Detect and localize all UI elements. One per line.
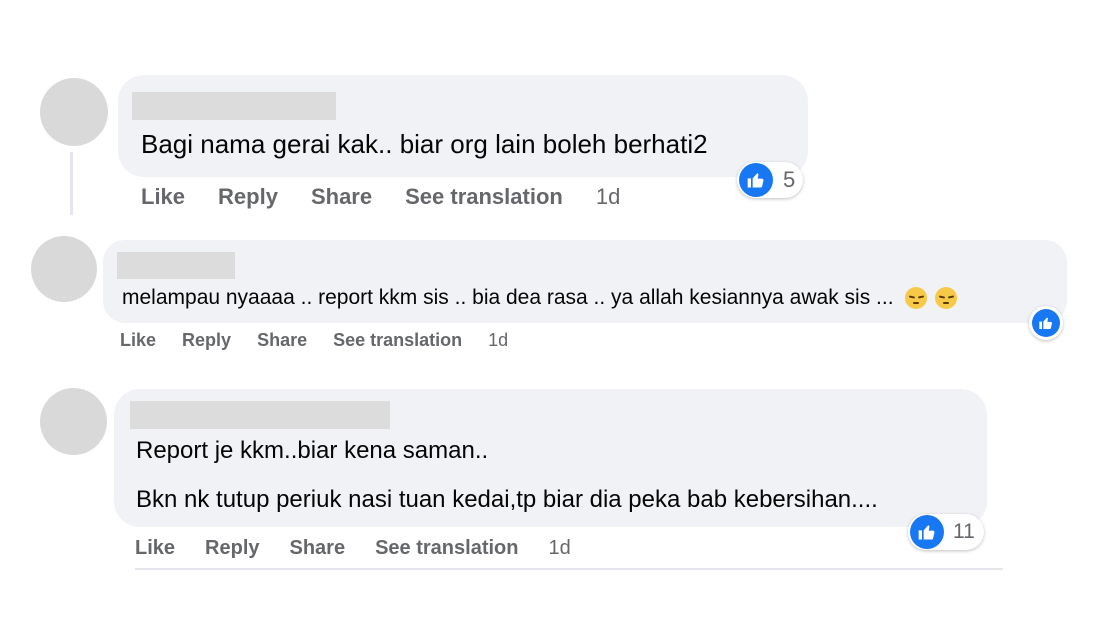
- comment-text: melampau nyaaaa .. report kkm sis .. bia…: [122, 284, 958, 312]
- see-translation-link[interactable]: See translation: [405, 184, 563, 210]
- share-button[interactable]: Share: [290, 537, 346, 560]
- like-button[interactable]: Like: [120, 330, 156, 351]
- reaction-summary[interactable]: [1029, 306, 1063, 340]
- redacted-author-name: [117, 252, 235, 279]
- see-translation-link[interactable]: See translation: [333, 330, 462, 351]
- avatar[interactable]: [40, 388, 107, 455]
- timestamp[interactable]: 1d: [548, 537, 570, 560]
- thread-line: [70, 152, 73, 215]
- like-reaction-icon: [1032, 309, 1060, 337]
- like-button[interactable]: Like: [135, 537, 175, 560]
- comment-actions: Like Reply Share See translation 1d: [135, 535, 571, 561]
- comment-bubble: Bagi nama gerai kak.. biar org lain bole…: [118, 75, 808, 177]
- reply-button[interactable]: Reply: [182, 330, 231, 351]
- divider: [135, 568, 1003, 570]
- reaction-count: 5: [783, 167, 796, 192]
- pensive-face-icon: [935, 287, 958, 310]
- reply-button[interactable]: Reply: [218, 184, 278, 210]
- timestamp[interactable]: 1d: [488, 330, 508, 351]
- reaction-summary[interactable]: 11: [908, 514, 984, 550]
- comment-actions: Like Reply Share See translation 1d: [141, 182, 620, 212]
- comment-text-line-2: Bkn nk tutup periuk nasi tuan kedai,tp b…: [136, 486, 878, 513]
- comment-text: Bagi nama gerai kak.. biar org lain bole…: [141, 129, 708, 159]
- redacted-author-name: [132, 92, 336, 120]
- share-button[interactable]: Share: [257, 330, 307, 351]
- reaction-count: 11: [953, 520, 975, 543]
- comment-text-content: melampau nyaaaa .. report kkm sis .. bia…: [122, 286, 894, 309]
- comment-text-line-1: Report je kkm..biar kena saman..: [136, 437, 489, 464]
- avatar[interactable]: [40, 78, 108, 146]
- avatar[interactable]: [31, 236, 97, 302]
- reaction-summary[interactable]: 5: [737, 162, 803, 198]
- like-button[interactable]: Like: [141, 184, 185, 210]
- comment-bubble: melampau nyaaaa .. report kkm sis .. bia…: [103, 240, 1067, 323]
- comment-actions: Like Reply Share See translation 1d: [120, 328, 508, 352]
- like-reaction-icon: [739, 163, 773, 197]
- see-translation-link[interactable]: See translation: [375, 537, 518, 560]
- reply-button[interactable]: Reply: [205, 537, 259, 560]
- comment-bubble: Report je kkm..biar kena saman.. Bkn nk …: [114, 389, 987, 527]
- pensive-face-icon: [905, 287, 928, 310]
- like-reaction-icon: [910, 515, 944, 549]
- timestamp[interactable]: 1d: [596, 184, 620, 210]
- redacted-author-name: [130, 401, 390, 429]
- share-button[interactable]: Share: [311, 184, 372, 210]
